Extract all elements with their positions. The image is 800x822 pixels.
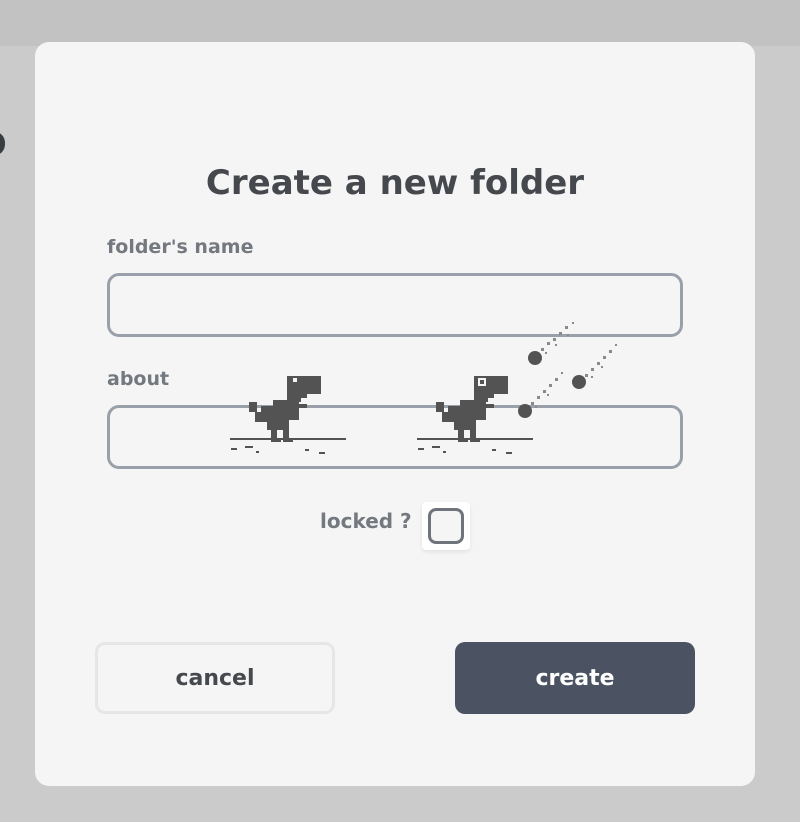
top-bar xyxy=(0,0,800,46)
background-heading-fragment: o xyxy=(0,116,7,165)
folder-name-label: folder's name xyxy=(107,236,254,258)
locked-checkbox-wrapper xyxy=(422,502,470,550)
create-folder-dialog: Create a new folder folder's name about xyxy=(35,42,755,786)
about-input[interactable] xyxy=(107,405,683,469)
folder-name-input[interactable] xyxy=(107,273,683,337)
cancel-button[interactable]: cancel xyxy=(95,642,335,714)
create-button[interactable]: create xyxy=(455,642,695,714)
locked-checkbox[interactable] xyxy=(428,508,464,544)
dialog-title: Create a new folder xyxy=(205,163,585,203)
about-label: about xyxy=(107,368,170,390)
locked-label: locked ? xyxy=(320,509,412,533)
